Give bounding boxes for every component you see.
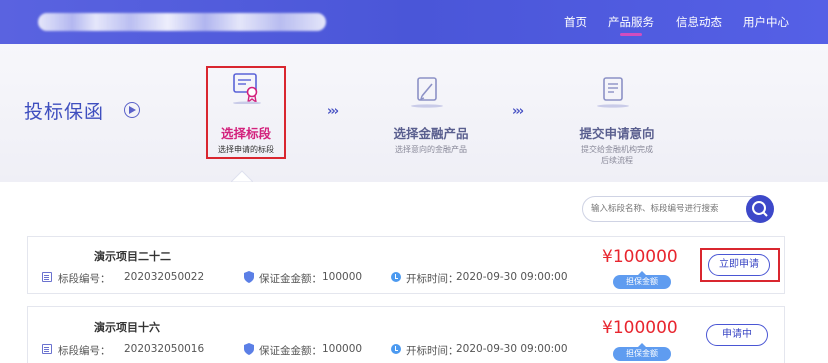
highlight-box-step1 — [206, 66, 286, 159]
highlight-box-apply — [700, 248, 780, 282]
shield-icon — [244, 343, 254, 358]
open-time: 2020-09-30 09:00:00 — [456, 343, 568, 355]
nav-user-center[interactable]: 用户中心 — [743, 0, 789, 44]
open-time: 2020-09-30 09:00:00 — [456, 271, 568, 283]
play-icon[interactable] — [124, 102, 140, 118]
step-arrow-icon-2: ››› — [512, 104, 524, 119]
search-input[interactable] — [591, 197, 741, 221]
nav-active-indicator — [620, 33, 642, 36]
deposit-label: 保证金金额： — [259, 345, 322, 357]
top-navbar: 首页 产品服务 信息动态 用户中心 — [0, 0, 828, 44]
step-select-product[interactable]: 选择金融产品 — [351, 123, 511, 142]
section-code-label: 标段编号： — [58, 345, 111, 357]
search-icon — [752, 201, 768, 217]
step-select-product-desc: 选择意向的金融产品 — [395, 145, 467, 154]
clock-icon — [391, 344, 401, 354]
step-submit-intent[interactable]: 提交申请意向 — [537, 123, 697, 142]
guarantee-amount: ¥100000 — [602, 318, 678, 338]
guarantee-amount-tag: 担保金额 — [613, 271, 671, 289]
clock-icon — [391, 272, 401, 282]
active-step-caret — [231, 170, 253, 182]
guarantee-amount: ¥100000 — [602, 247, 678, 267]
section-code: 202032050016 — [124, 343, 205, 355]
page-title: 投标保函 — [24, 101, 105, 123]
section-code-label: 标段编号： — [58, 273, 111, 285]
submit-form-icon — [596, 76, 630, 111]
document-pen-icon — [410, 76, 444, 111]
deposit-amount: 100000 — [322, 271, 363, 283]
nav-news[interactable]: 信息动态 — [676, 0, 722, 44]
nav-products[interactable]: 产品服务 — [608, 0, 654, 44]
document-icon — [42, 344, 52, 354]
step-arrow-icon: ››› — [327, 104, 339, 119]
project-title[interactable]: 演示项目十六 — [94, 319, 160, 335]
deposit-amount: 100000 — [322, 343, 363, 355]
applying-button[interactable]: 申请中 — [706, 324, 768, 346]
search-box — [582, 196, 772, 222]
site-logo[interactable] — [38, 13, 326, 31]
search-button[interactable] — [746, 195, 774, 223]
deposit-label: 保证金金额： — [259, 273, 322, 285]
document-icon — [42, 272, 52, 282]
section-code: 202032050022 — [124, 271, 205, 283]
shield-icon — [244, 271, 254, 286]
project-title[interactable]: 演示项目二十二 — [94, 248, 171, 264]
step-submit-intent-desc: 提交给金融机构完成 后续流程 — [581, 145, 653, 165]
nav-home[interactable]: 首页 — [564, 0, 587, 44]
guarantee-amount-tag: 担保金额 — [613, 343, 671, 361]
open-time-label: 开标时间： — [406, 273, 459, 285]
open-time-label: 开标时间： — [406, 345, 459, 357]
